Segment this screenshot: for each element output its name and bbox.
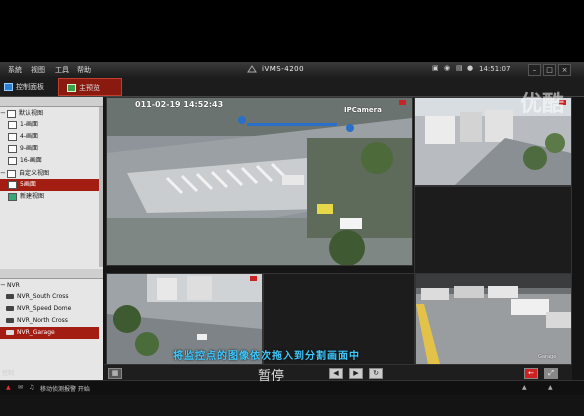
tab-label: 主预览 [79, 84, 100, 92]
split-view-icon [8, 120, 17, 129]
message-icon[interactable]: ✉ [18, 384, 23, 391]
record-icon[interactable] [250, 276, 257, 281]
layout-icon[interactable]: ▦ [108, 368, 122, 379]
camera-icon [6, 330, 14, 335]
tree-item-1-split[interactable]: 1-画面 [0, 119, 99, 131]
tree-item-label: 默认视图 [19, 110, 44, 117]
back-button[interactable]: ← [524, 368, 538, 379]
view-tree-scrollbar[interactable] [99, 107, 103, 267]
tree-item-9-split[interactable]: 9-画面 [0, 143, 99, 155]
status-bar: ▲ ✉ ♫ 移动侦测报警 开始 ▲ ▲ [0, 380, 584, 395]
control-label: 控制 [2, 370, 15, 377]
maximize-button[interactable]: □ [543, 64, 556, 76]
camera-item-garage[interactable]: NVR_Garage [0, 327, 99, 339]
tree-item-label: 9-画面 [20, 145, 38, 152]
camera-icon [6, 306, 14, 311]
watermark: 优酷 [520, 92, 565, 117]
garage-video-frame [416, 274, 571, 364]
tab-label: 控制面板 [16, 83, 44, 91]
video-tile-empty[interactable] [414, 186, 572, 275]
folder-icon [7, 169, 16, 178]
camera-icon [6, 318, 14, 323]
logo-icon [247, 65, 257, 73]
tree-item-label: NVR_South Cross [17, 293, 69, 300]
tree-item-label: NVR [7, 282, 20, 289]
menu-help[interactable]: 帮助 [77, 65, 91, 75]
tree-item-nvr[interactable]: −NVR [0, 279, 99, 291]
camera-icon [6, 294, 14, 299]
minimize-button[interactable]: – [528, 64, 541, 76]
left-panel: − 默认视图 1-画面 4-画面 9-画面 16-画面 − 自定义视图 5画面 新建… [0, 97, 103, 388]
status-message: 移动侦测报警 开始 [40, 386, 90, 393]
tree-item-label: 新建视图 [20, 193, 45, 200]
menu-system[interactable]: 系統 [8, 65, 22, 75]
close-button[interactable]: × [558, 64, 571, 76]
garage-camera-label: Garage [538, 354, 557, 360]
pause-label: 暂停 [258, 369, 285, 384]
previous-button[interactable]: ◀ [329, 368, 343, 379]
collapse-icon[interactable]: − [0, 167, 7, 179]
tree-item-label: 1-画面 [20, 121, 38, 128]
tree-item-16-split[interactable]: 16-画面 [0, 155, 99, 167]
menu-bar: 系統 视图 工具 帮助 iVMS-4200 ▣ ◉ ▤ ● 14:51:07 –… [0, 62, 584, 79]
tree-item-5-split[interactable]: 5画面 [0, 179, 99, 191]
lock-icon[interactable]: ▣ [432, 64, 439, 72]
speaker-icon[interactable]: ♫ [29, 384, 34, 391]
video-tile-garage[interactable]: Garage [415, 273, 572, 365]
menu-tools[interactable]: 工具 [55, 65, 69, 75]
pin-icon[interactable]: ▲ [522, 384, 527, 391]
tab-control-panel[interactable]: 控制面板 [4, 78, 56, 96]
menu-view[interactable]: 视图 [31, 65, 45, 75]
new-view-icon [8, 192, 17, 201]
alarm-icon[interactable]: ▲ [6, 384, 11, 391]
app-title: iVMS-4200 [262, 65, 305, 73]
split-view-icon [8, 144, 17, 153]
tab-bar: 控制面板 主预览 [0, 78, 584, 97]
fullscreen-button[interactable]: ⤢ [544, 368, 558, 379]
clock: 14:51:07 [479, 65, 511, 73]
video-tile-main[interactable]: 011-02-19 14:52:43 IPCamera [106, 97, 413, 266]
camera-label: IPCamera [344, 106, 382, 114]
camera-section-header[interactable] [0, 269, 103, 279]
camera-item-speed-dome[interactable]: NVR_Speed Dome [0, 303, 99, 315]
tree-item-default-view[interactable]: − 默认视图 [0, 107, 99, 119]
collapse-icon[interactable]: − [0, 279, 7, 291]
cpu-icon: ▤ [456, 64, 463, 72]
camera-item-south-cross[interactable]: NVR_South Cross [0, 291, 99, 303]
video-grid: 011-02-19 14:52:43 IPCamera Garage [104, 97, 572, 387]
expand-icon[interactable]: ▲ [548, 384, 553, 391]
intersection-video-frame [107, 98, 412, 265]
tree-item-label: NVR_North Cross [17, 317, 68, 324]
split-view-icon [8, 180, 17, 189]
tree-item-label: 16-画面 [20, 157, 42, 164]
next-button[interactable]: ▶ [349, 368, 363, 379]
tree-item-label: NVR_Speed Dome [17, 305, 72, 312]
split-view-icon [8, 132, 17, 141]
tree-item-label: 4-画面 [20, 133, 38, 140]
user-icon[interactable]: ● [467, 64, 473, 72]
camera-timestamp: 011-02-19 14:52:43 [135, 100, 224, 109]
tree-item-label: NVR_Garage [17, 329, 55, 336]
tab-main-preview[interactable]: 主预览 [58, 78, 122, 96]
control-panel-icon [4, 83, 13, 91]
camera-item-north-cross[interactable]: NVR_North Cross [0, 315, 99, 327]
tree-item-label: 5画面 [20, 181, 36, 188]
ivms-window: 系統 视图 工具 帮助 iVMS-4200 ▣ ◉ ▤ ● 14:51:07 –… [0, 62, 584, 416]
collapse-icon[interactable]: − [0, 107, 7, 119]
tree-item-4-split[interactable]: 4-画面 [0, 131, 99, 143]
record-icon[interactable] [399, 100, 406, 105]
playback-toolbar: ▦ ◀ ▶ ↻ ← ⤢ [104, 364, 572, 380]
alarm-icon[interactable]: ◉ [444, 64, 450, 72]
folder-icon [7, 109, 16, 118]
tree-item-label: 自定义视图 [19, 170, 50, 177]
instruction-subtitle: 将监控点的图像依次拖入到分割画面中 [173, 351, 360, 362]
preview-icon [67, 84, 76, 92]
refresh-button[interactable]: ↻ [369, 368, 383, 379]
tree-item-new-view[interactable]: 新建视图 [0, 191, 99, 203]
split-view-icon [8, 156, 17, 165]
view-section-header[interactable] [0, 97, 103, 107]
tree-item-custom-view[interactable]: − 自定义视图 [0, 167, 99, 179]
